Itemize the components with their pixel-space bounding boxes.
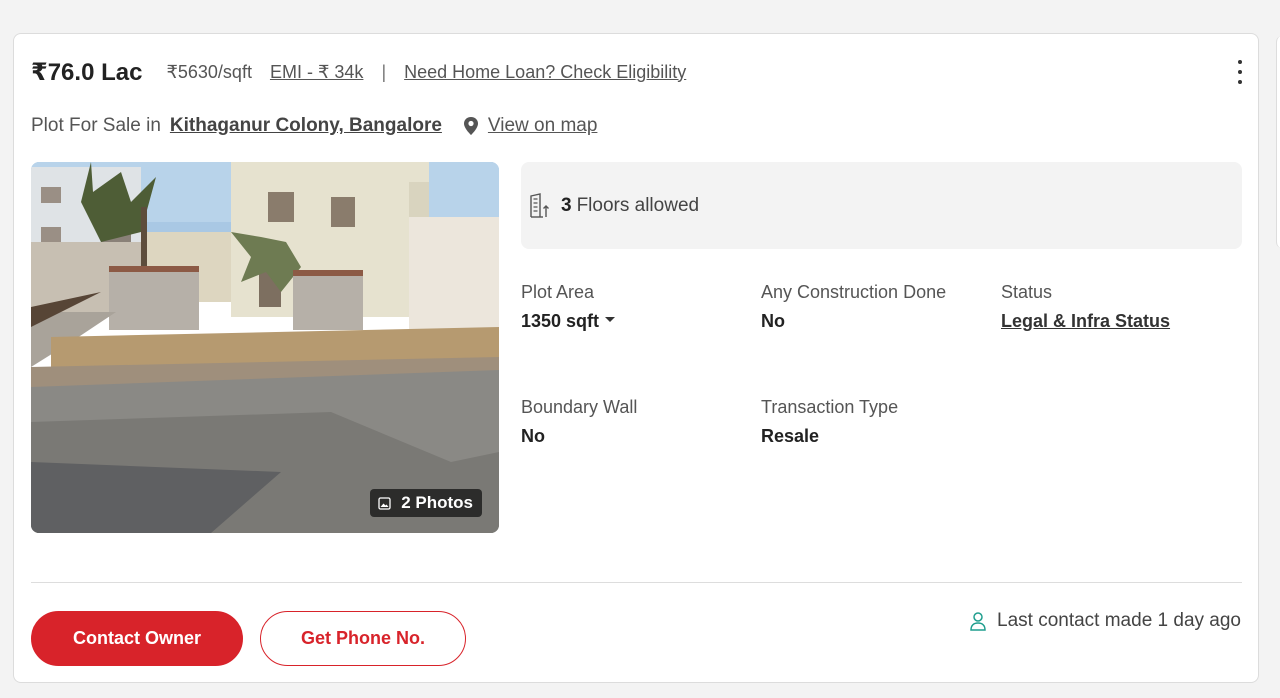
kebab-dot bbox=[1238, 60, 1242, 64]
attr-plot-area: Plot Area 1350 sqft bbox=[521, 281, 616, 332]
plot-photo-illustration bbox=[31, 162, 499, 533]
kebab-menu-icon[interactable] bbox=[1232, 58, 1248, 86]
listing-type: Plot For Sale in bbox=[31, 115, 161, 136]
caret-down-icon[interactable] bbox=[605, 316, 616, 322]
building-floors-icon bbox=[529, 192, 551, 219]
price-per-sqft: ₹5630/sqft bbox=[166, 61, 252, 82]
view-on-map-link[interactable]: View on map bbox=[488, 115, 598, 137]
price-row: ₹76.0 Lac ₹5630/sqft EMI - ₹ 34k | Need … bbox=[31, 57, 686, 87]
separator: | bbox=[381, 61, 387, 82]
attr-value: 1350 sqft bbox=[521, 311, 616, 332]
price: ₹76.0 Lac bbox=[31, 58, 143, 86]
legal-infra-status-link[interactable]: Legal & Infra Status bbox=[1001, 311, 1170, 332]
attr-status: Status Legal & Infra Status bbox=[1001, 281, 1170, 332]
kebab-dot bbox=[1238, 70, 1242, 74]
floors-label: Floors allowed bbox=[576, 194, 700, 216]
photo-count: 2 Photos bbox=[401, 493, 473, 512]
attr-construction: Any Construction Done No bbox=[761, 281, 961, 332]
person-icon bbox=[969, 611, 987, 631]
location-row: Plot For Sale in Kithaganur Colony, Bang… bbox=[31, 113, 597, 139]
gallery-icon bbox=[378, 496, 391, 510]
locality-link[interactable]: Kithaganur Colony, Bangalore bbox=[170, 115, 442, 137]
location-pin-icon bbox=[462, 116, 480, 136]
property-photo[interactable]: 2 Photos bbox=[31, 162, 499, 533]
property-card: ₹76.0 Lac ₹5630/sqft EMI - ₹ 34k | Need … bbox=[13, 33, 1259, 683]
divider bbox=[31, 582, 1242, 583]
attr-value: Resale bbox=[761, 426, 820, 446]
plot-area-value: 1350 sqft bbox=[521, 311, 600, 331]
attr-value: No bbox=[761, 311, 785, 331]
attr-label: Plot Area bbox=[521, 282, 595, 302]
emi-link[interactable]: EMI - ₹ 34k bbox=[270, 62, 363, 83]
contact-owner-button[interactable]: Contact Owner bbox=[31, 611, 243, 666]
attr-transaction-type: Transaction Type Resale bbox=[761, 396, 898, 447]
floors-count: 3 bbox=[561, 194, 572, 216]
get-phone-button[interactable]: Get Phone No. bbox=[260, 611, 466, 666]
attr-label: Status bbox=[1001, 282, 1053, 302]
last-contact-text: Last contact made 1 day ago bbox=[997, 610, 1241, 631]
adjacent-card-edge bbox=[1276, 36, 1280, 248]
attr-label: Transaction Type bbox=[761, 397, 899, 417]
kebab-dot bbox=[1238, 80, 1242, 84]
attr-label: Any Construction Done bbox=[761, 282, 947, 302]
attr-boundary-wall: Boundary Wall No bbox=[521, 396, 637, 447]
photo-count-badge[interactable]: 2 Photos bbox=[370, 489, 482, 517]
attr-label: Boundary Wall bbox=[521, 397, 638, 417]
attr-value: No bbox=[521, 426, 545, 446]
last-contact-info: Last contact made 1 day ago bbox=[969, 608, 1241, 634]
home-loan-link[interactable]: Need Home Loan? Check Eligibility bbox=[404, 62, 686, 83]
floors-allowed-panel: 3 Floors allowed bbox=[521, 162, 1242, 249]
